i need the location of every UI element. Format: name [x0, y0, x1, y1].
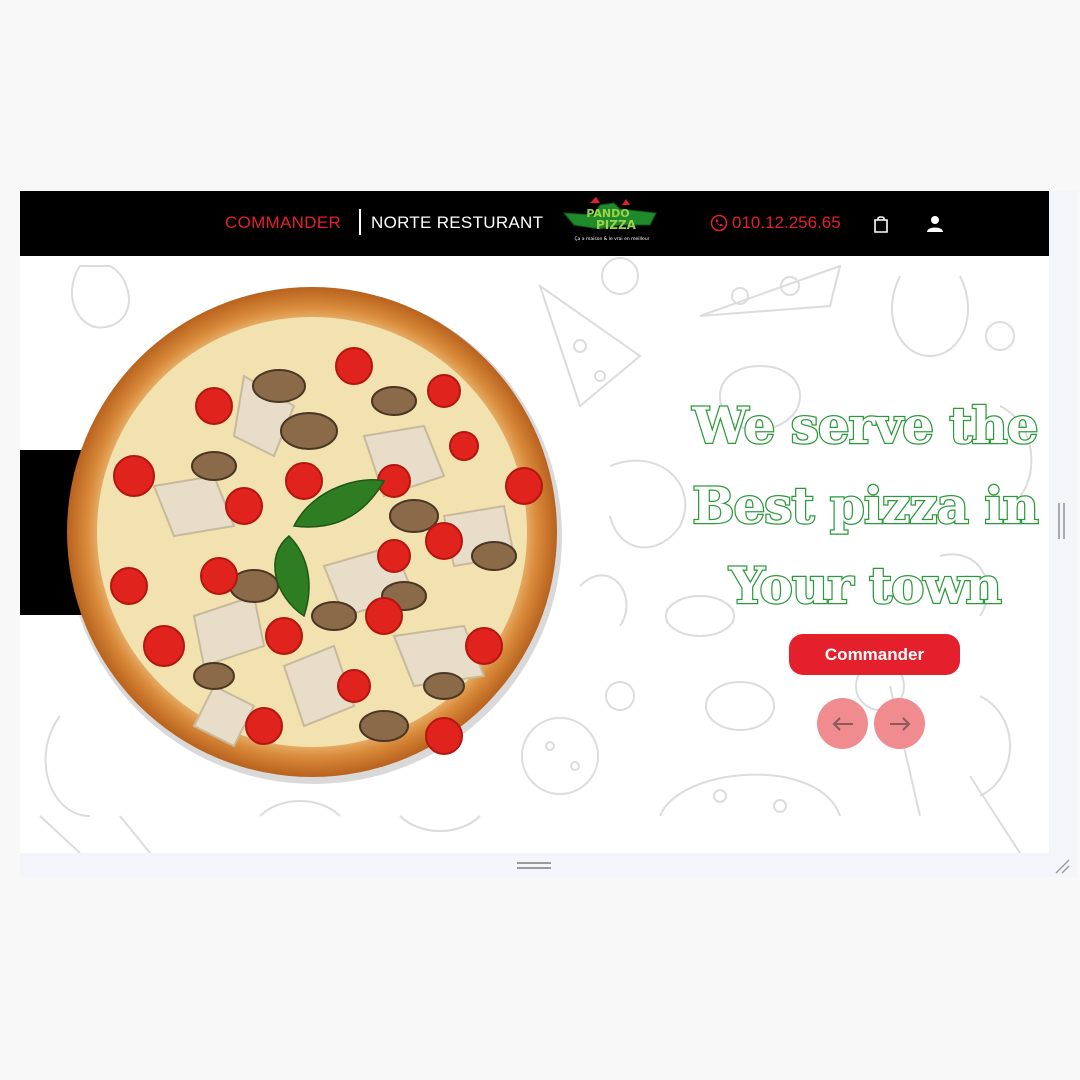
headline-line-2: Best pizza in	[691, 475, 1040, 537]
carousel-next-button[interactable]	[874, 698, 925, 749]
commander-button[interactable]: Commander	[789, 634, 960, 675]
logo-tagline: Ça a maison & le vrai en meilleur	[574, 236, 649, 242]
resize-corner-icon[interactable]	[1054, 858, 1070, 874]
top-navbar: COMMANDER NORTE RESTURANT PANDO PIZZA Ça…	[20, 191, 1049, 256]
headline-line-3: Your town	[728, 555, 1003, 617]
side-drag-handle[interactable]	[1058, 503, 1066, 539]
hero-headline: We serve the Best pizza in Your town	[670, 386, 1049, 626]
hero-section: We serve the Best pizza in Your town Com…	[20, 256, 1049, 853]
shopping-bag-icon[interactable]	[873, 215, 889, 233]
pizza-image	[66, 287, 562, 784]
arrow-left-icon	[832, 716, 853, 731]
browser-viewport: COMMANDER NORTE RESTURANT PANDO PIZZA Ça…	[20, 191, 1049, 853]
phone-link[interactable]: 010.12.256.65	[710, 213, 841, 233]
pando-pizza-logo[interactable]: PANDO PIZZA Ça a maison & le vrai en mei…	[560, 195, 664, 251]
arrow-right-icon	[889, 716, 910, 731]
phone-icon	[710, 214, 728, 232]
carousel-prev-button[interactable]	[817, 698, 868, 749]
headline-line-1: We serve the	[691, 395, 1040, 457]
bottom-drag-handle[interactable]	[517, 862, 551, 870]
nav-commander-link[interactable]: COMMANDER	[225, 213, 341, 233]
nav-divider	[359, 209, 361, 235]
logo-text-bottom: PIZZA	[596, 218, 637, 232]
phone-number: 010.12.256.65	[732, 213, 841, 232]
user-icon[interactable]	[926, 215, 944, 233]
nav-restaurant-link[interactable]: NORTE RESTURANT	[371, 213, 543, 233]
